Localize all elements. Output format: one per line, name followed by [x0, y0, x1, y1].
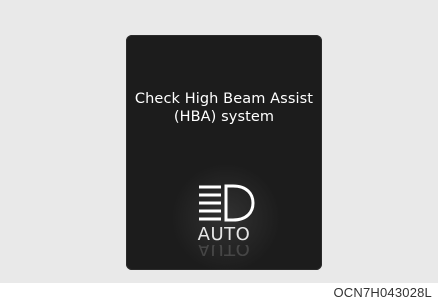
auto-label-reflection: AUTO — [197, 245, 251, 259]
warning-message-line-1: Check High Beam Assist — [134, 91, 314, 107]
illustration-frame: Check High Beam Assist (HBA) system AUTO… — [0, 0, 438, 283]
warning-message-line-2: (HBA) system — [173, 109, 275, 125]
figure-code: OCN7H043028L — [333, 285, 432, 300]
warning-message: Check High Beam Assist (HBA) system — [126, 90, 322, 126]
auto-label: AUTO — [197, 224, 251, 245]
high-beam-assist-icon — [199, 184, 255, 222]
cluster-display: Check High Beam Assist (HBA) system AUTO… — [126, 35, 322, 270]
